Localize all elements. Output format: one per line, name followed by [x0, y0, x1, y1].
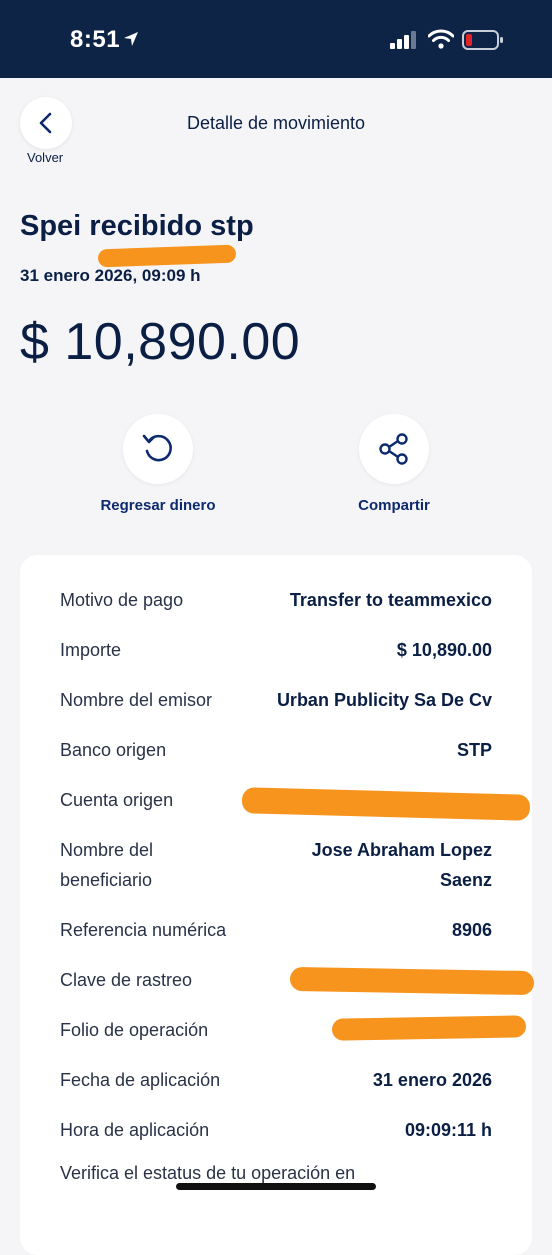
location-arrow-icon [124, 32, 138, 46]
detail-row: Importe $ 10,890.00 [60, 635, 492, 665]
page-title: Detalle de movimiento [186, 113, 366, 133]
redaction-mark [97, 244, 237, 268]
verify-status-note: Verifica el estatus de tu operación en [60, 1163, 356, 1183]
detail-value: 31 enero 2026 [372, 1070, 492, 1090]
share-icon [379, 433, 408, 465]
redaction-mark [331, 1015, 527, 1041]
details-card: Motivo de pago Transfer to teammexico Im… [20, 555, 535, 1255]
return-money-label: Regresar dinero [100, 497, 216, 514]
detail-value: Transfer to teammexico [289, 590, 492, 610]
detail-label: Motivo de pago [60, 590, 184, 610]
detail-label: Clave de rastreo [60, 970, 193, 990]
detail-row: Referencia numérica 8906 [60, 915, 492, 945]
return-money-button[interactable]: Regresar dinero [88, 414, 228, 514]
status-bar: 8:51 [0, 0, 552, 78]
detail-value: STP [456, 740, 492, 760]
detail-label: Cuenta origen [60, 790, 174, 810]
detail-label: Nombre del beneficiario [60, 840, 154, 890]
detail-value: $ 10,890.00 [396, 640, 492, 660]
movement-title: Spei recibido stp [20, 210, 254, 242]
detail-label: Banco origen [60, 740, 167, 760]
detail-label: Nombre del emisor [60, 690, 213, 710]
share-circle [359, 414, 429, 484]
battery-low-icon [462, 30, 503, 50]
movement-date: 31 enero 2026, 09:09 h [20, 266, 201, 285]
detail-row: Hora de aplicación 09:09:11 h [60, 1115, 492, 1145]
share-button[interactable]: Compartir [324, 414, 464, 514]
detail-row: Motivo de pago Transfer to teammexico [60, 585, 492, 615]
detail-row: Fecha de aplicación 31 enero 2026 [60, 1065, 492, 1095]
detail-value: 09:09:11 h [404, 1120, 492, 1140]
back-label[interactable]: Volver [27, 150, 63, 165]
detail-row: Banco origen STP [60, 735, 492, 765]
detail-value: Jose Abraham Lopez Saenz [311, 840, 492, 890]
return-money-icon [142, 434, 172, 462]
signal-icon [390, 31, 416, 49]
movement-amount: $ 10,890.00 [20, 313, 301, 371]
wifi-icon [428, 29, 454, 49]
detail-label: Fecha de aplicación [60, 1070, 221, 1090]
detail-row: Nombre del beneficiario Jose Abraham Lop… [60, 835, 492, 895]
detail-label: Importe [60, 640, 122, 660]
status-time: 8:51 [70, 26, 121, 53]
detail-value: 8906 [451, 920, 492, 940]
detail-label: Referencia numérica [60, 920, 227, 940]
share-label: Compartir [358, 497, 430, 514]
home-indicator[interactable] [176, 1183, 376, 1190]
detail-row: Nombre del emisor Urban Publicity Sa De … [60, 685, 492, 715]
detail-value: Urban Publicity Sa De Cv [276, 690, 492, 710]
detail-label: Hora de aplicación [60, 1120, 210, 1140]
return-money-circle [123, 414, 193, 484]
redaction-mark [289, 966, 535, 996]
detail-label: Folio de operación [60, 1020, 209, 1040]
